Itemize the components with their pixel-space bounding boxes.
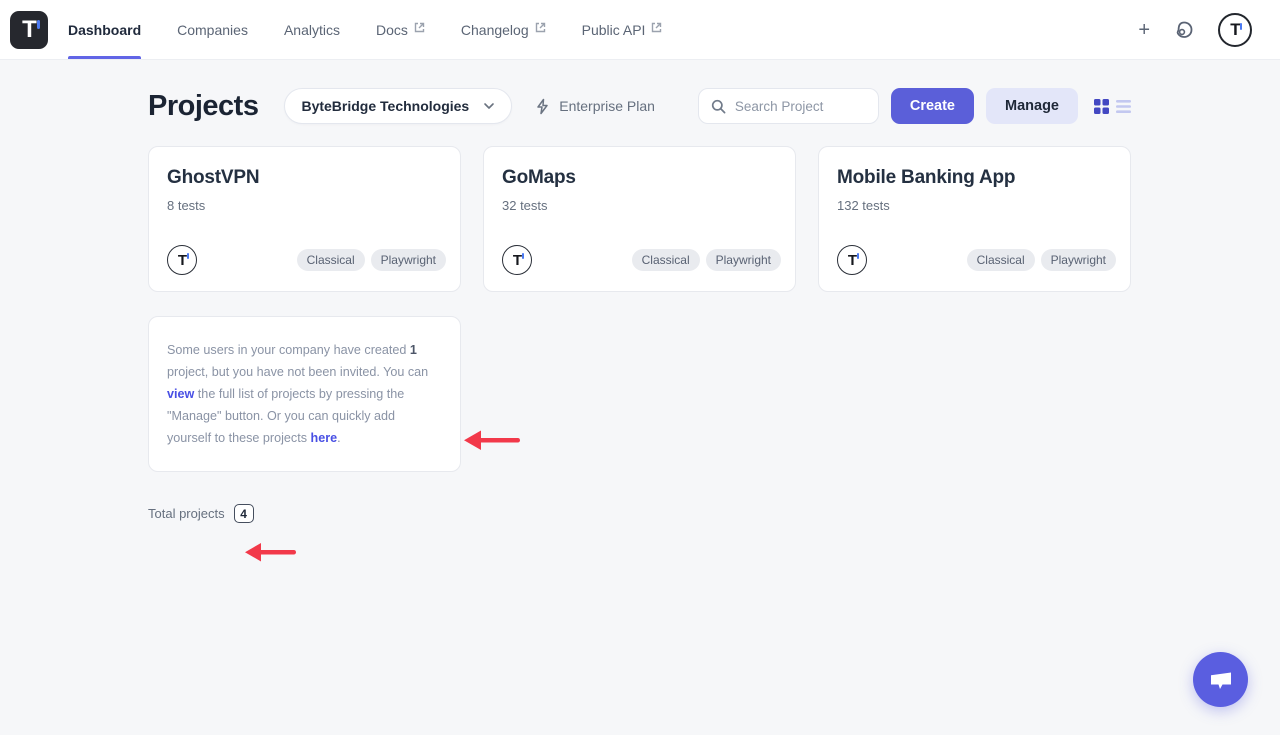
total-projects-label: Total projects — [148, 506, 225, 521]
nav-item-docs[interactable]: Docs — [376, 0, 425, 59]
badge-classical: Classical — [967, 249, 1035, 271]
notice-link-view[interactable]: view — [167, 387, 194, 401]
nav-item-label: Changelog — [461, 22, 529, 38]
project-card[interactable]: GhostVPN 8 tests T Classical Playwright — [148, 146, 461, 292]
project-name: Mobile Banking App — [837, 167, 1112, 189]
nav-item-label: Docs — [376, 22, 408, 38]
projects-grid: GhostVPN 8 tests T Classical Playwright G… — [148, 146, 1131, 292]
annotation-arrow-notice — [464, 428, 526, 452]
project-card[interactable]: GoMaps 32 tests T Classical Playwright — [483, 146, 796, 292]
project-name: GoMaps — [502, 167, 777, 189]
plus-icon[interactable]: + — [1138, 20, 1150, 40]
invite-notice: Some users in your company have created … — [148, 316, 461, 472]
project-logo: T — [837, 245, 867, 275]
app-logo-letter: T — [22, 18, 36, 42]
avatar-accent — [1240, 23, 1243, 30]
totals-row: Total projects 4 — [148, 504, 1131, 523]
top-nav: Dashboard Companies Analytics Docs Changelog… — [68, 0, 662, 59]
company-selector[interactable]: ByteBridge Technologies — [284, 88, 512, 124]
nav-item-public-api[interactable]: Public API — [582, 0, 663, 59]
app-logo[interactable]: T — [10, 11, 48, 49]
plan-label: Enterprise Plan — [559, 98, 655, 114]
app-logo-accent — [37, 20, 40, 29]
badge-classical: Classical — [297, 249, 365, 271]
lightning-icon — [534, 98, 551, 115]
company-selector-value: ByteBridge Technologies — [301, 98, 469, 114]
project-card-footer: T Classical Playwright — [837, 245, 1116, 275]
project-logo-accent — [187, 253, 190, 259]
external-link-icon — [535, 22, 546, 33]
nav-item-label: Companies — [177, 22, 248, 38]
list-view-icon[interactable] — [1116, 100, 1131, 113]
main-content: Projects ByteBridge Technologies Enterpr… — [148, 60, 1131, 523]
nav-item-label: Analytics — [284, 22, 340, 38]
nav-item-label: Dashboard — [68, 22, 141, 38]
view-toggles — [1094, 99, 1131, 114]
nav-item-analytics[interactable]: Analytics — [284, 0, 340, 59]
badge-playwright: Playwright — [371, 249, 446, 271]
project-name: GhostVPN — [167, 167, 442, 189]
nav-item-companies[interactable]: Companies — [177, 0, 248, 59]
invite-notice-text: Some users in your company have created … — [167, 339, 442, 449]
search-icon — [711, 99, 726, 114]
project-test-count: 32 tests — [502, 198, 777, 213]
project-logo-accent — [522, 253, 525, 259]
top-bar-actions: + T — [1138, 13, 1252, 47]
toolbar-actions: Create Manage — [698, 88, 1131, 124]
manage-button[interactable]: Manage — [986, 88, 1078, 124]
nav-item-dashboard[interactable]: Dashboard — [68, 0, 141, 59]
chat-bubble-icon — [1208, 668, 1234, 692]
top-bar: T Dashboard Companies Analytics Docs Changel… — [0, 0, 1280, 60]
project-card[interactable]: Mobile Banking App 132 tests T Classical… — [818, 146, 1131, 292]
projects-toolbar: Projects ByteBridge Technologies Enterpr… — [148, 88, 1131, 124]
search-box — [698, 88, 879, 124]
annotation-arrow-total — [245, 541, 301, 563]
chevron-down-icon — [483, 100, 495, 112]
chat-launcher-button[interactable] — [1193, 652, 1248, 707]
notice-text-segment: Some users in your company have created — [167, 343, 410, 357]
project-logo-letter: T — [848, 253, 856, 268]
project-logo: T — [167, 245, 197, 275]
support-icon[interactable] — [1174, 20, 1194, 40]
badge-playwright: Playwright — [1041, 249, 1116, 271]
project-logo-letter: T — [513, 253, 521, 268]
notice-text-segment: 1 — [410, 343, 417, 357]
total-projects-count: 4 — [234, 504, 254, 523]
project-badges: Classical Playwright — [297, 249, 446, 271]
badge-playwright: Playwright — [706, 249, 781, 271]
project-test-count: 132 tests — [837, 198, 1112, 213]
external-link-icon — [414, 22, 425, 33]
notice-text-segment: the full list of projects by pressing th… — [167, 387, 404, 445]
notice-text-segment: . — [337, 431, 341, 445]
notice-text-segment: project, but you have not been invited. … — [167, 365, 428, 379]
nav-item-changelog[interactable]: Changelog — [461, 0, 546, 59]
project-test-count: 8 tests — [167, 198, 442, 213]
badge-classical: Classical — [632, 249, 700, 271]
project-logo: T — [502, 245, 532, 275]
plan-indicator: Enterprise Plan — [534, 98, 655, 115]
project-card-footer: T Classical Playwright — [167, 245, 446, 275]
search-input[interactable] — [735, 99, 866, 114]
page-title: Projects — [148, 90, 258, 123]
avatar-letter: T — [1230, 21, 1239, 38]
project-card-footer: T Classical Playwright — [502, 245, 781, 275]
nav-item-label: Public API — [582, 22, 646, 38]
project-logo-accent — [857, 253, 860, 259]
project-logo-letter: T — [178, 253, 186, 268]
project-badges: Classical Playwright — [632, 249, 781, 271]
notice-link-here[interactable]: here — [311, 431, 338, 445]
external-link-icon — [651, 22, 662, 33]
user-avatar[interactable]: T — [1218, 13, 1252, 47]
project-badges: Classical Playwright — [967, 249, 1116, 271]
grid-view-icon[interactable] — [1094, 99, 1109, 114]
create-button[interactable]: Create — [891, 88, 974, 124]
